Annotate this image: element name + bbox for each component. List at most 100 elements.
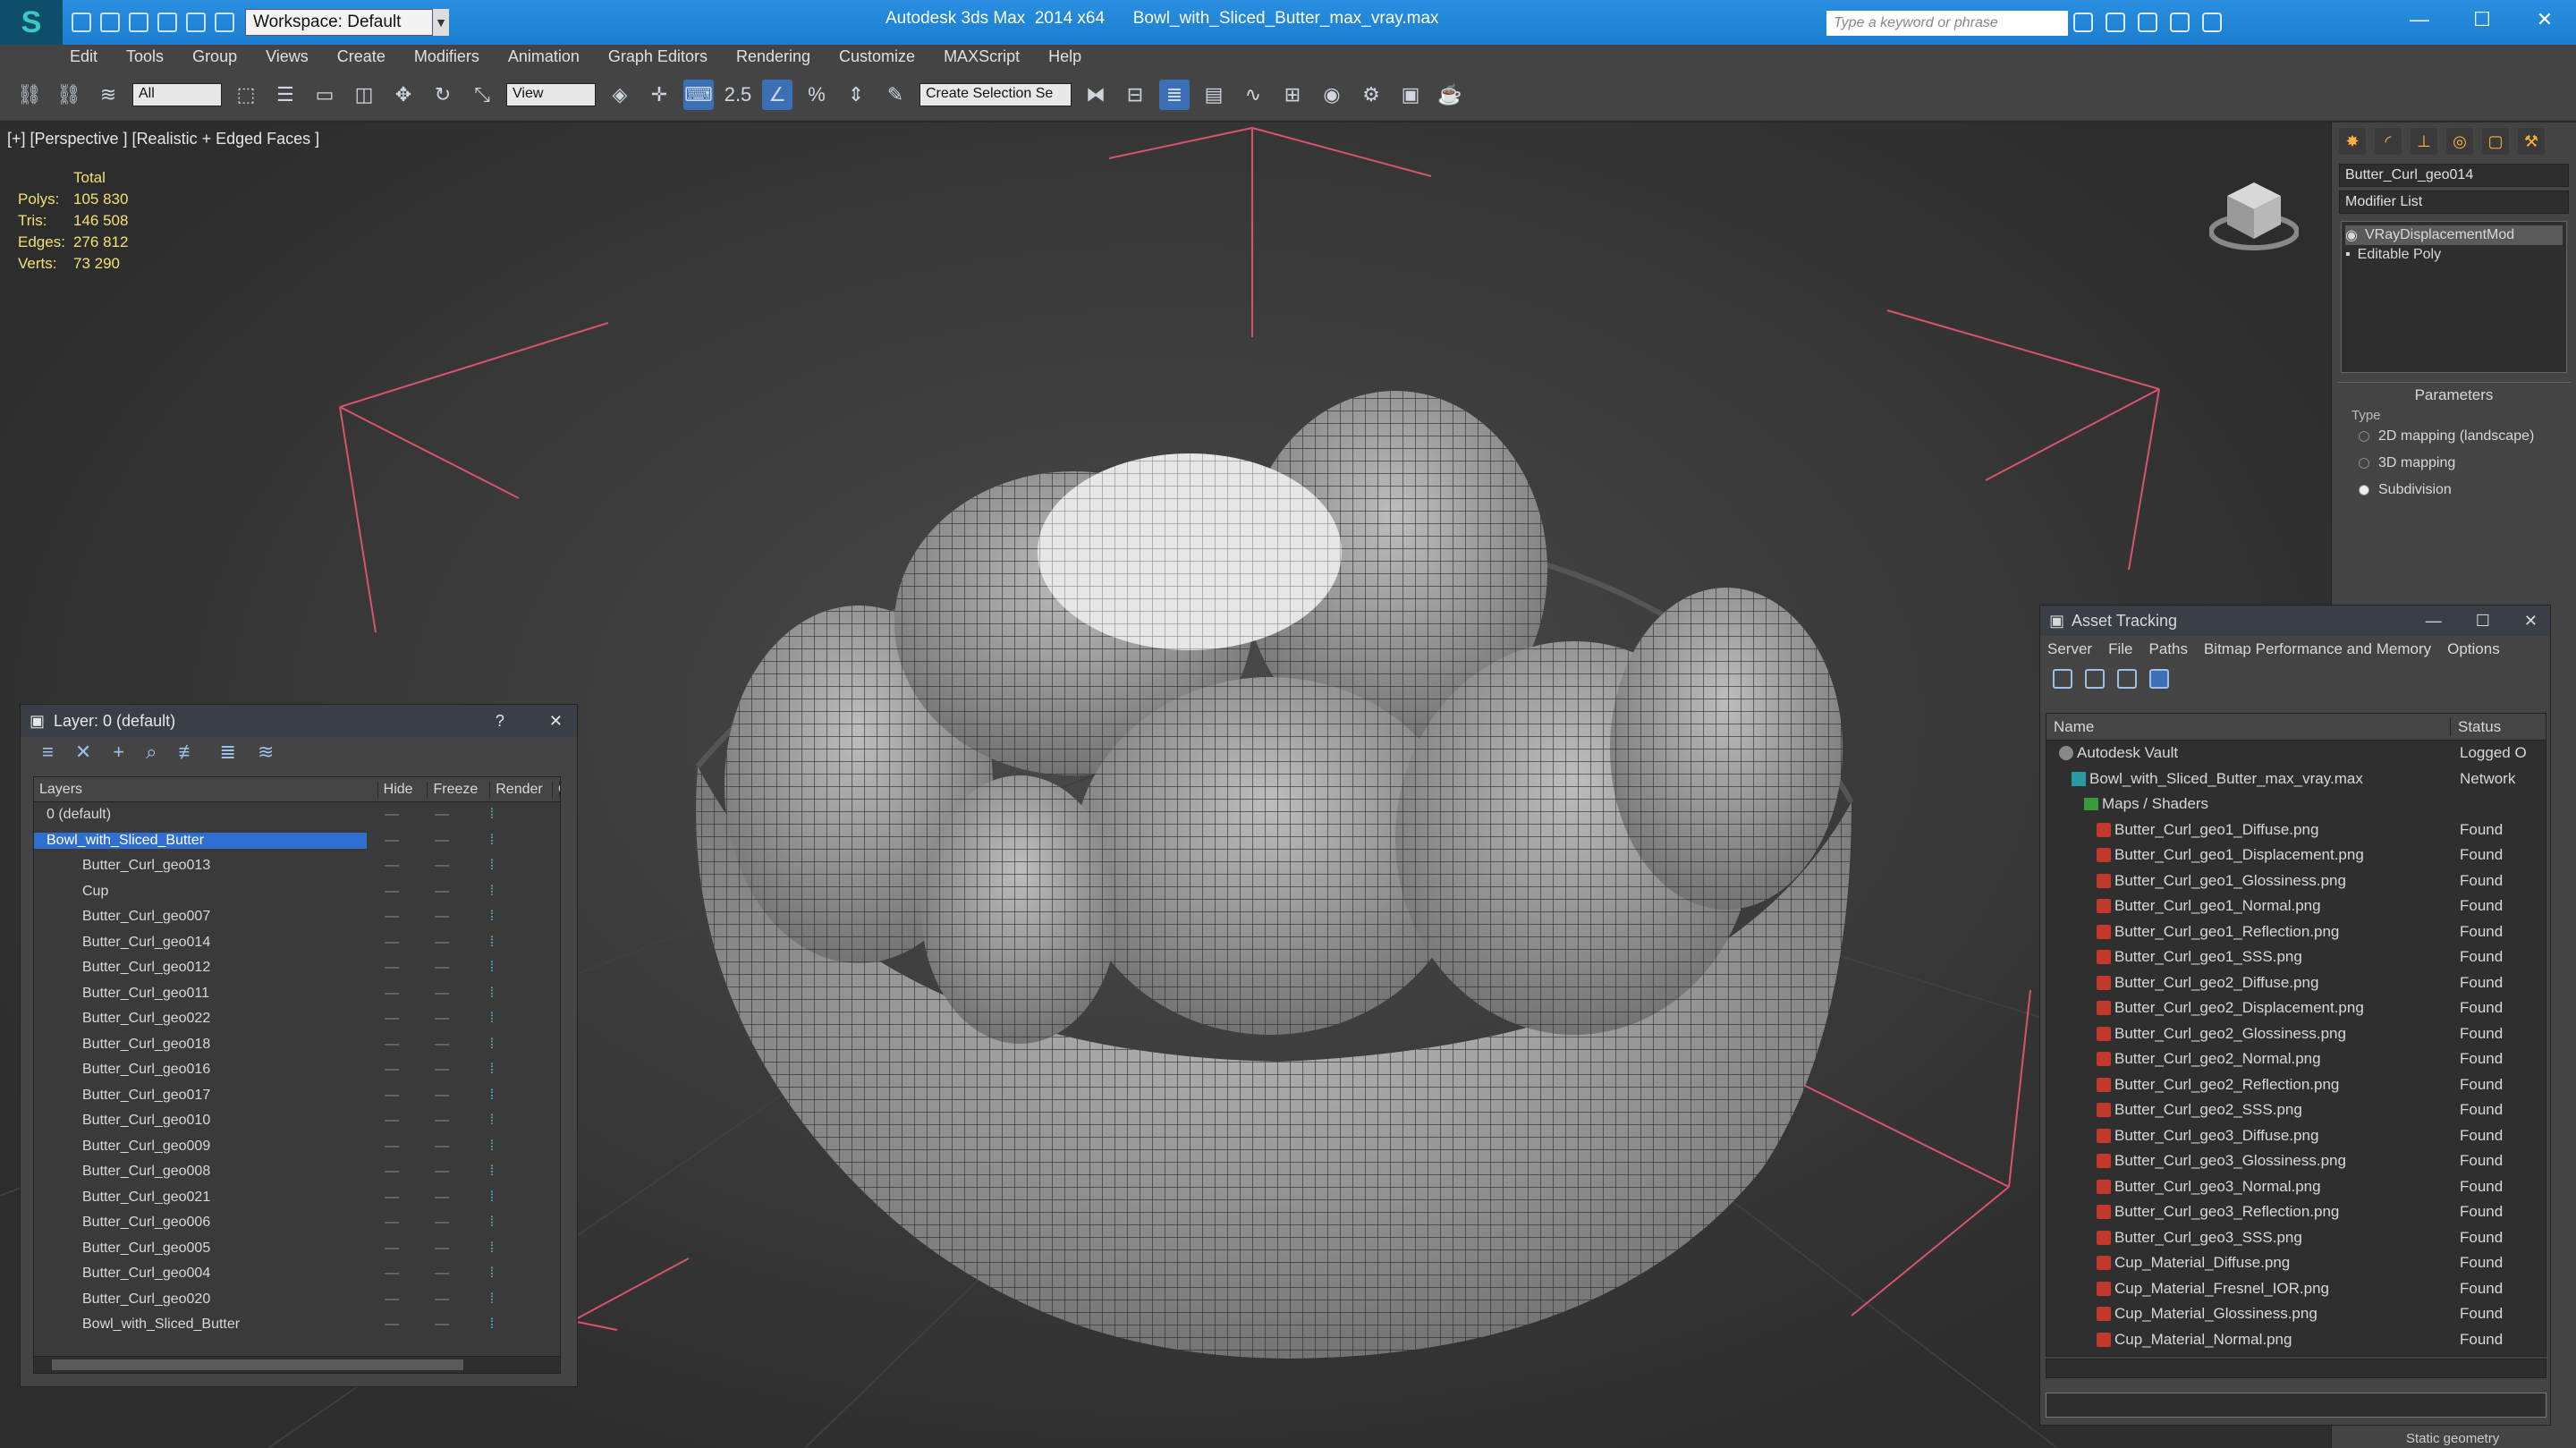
new-layer-icon[interactable]: ≡ — [42, 741, 54, 764]
search-input[interactable]: Type a keyword or phrase — [1826, 11, 2068, 36]
asset-row[interactable]: Butter_Curl_geo2_Reflection.png Found — [2046, 1072, 2546, 1098]
layer-row[interactable]: Butter_Curl_geo014— — ⁞ — [34, 930, 560, 956]
new-file-icon[interactable] — [72, 13, 91, 32]
hide-toggle[interactable]: — — [367, 833, 417, 849]
named-selection-select[interactable]: Create Selection Se — [919, 82, 1072, 106]
list-view-icon[interactable] — [2085, 669, 2105, 689]
asset-row[interactable]: Butter_Curl_geo3_Normal.png Found — [2046, 1174, 2546, 1200]
utilities-tab-icon[interactable]: ⚒ — [2518, 128, 2545, 155]
hide-toggle[interactable]: — — [367, 1164, 417, 1180]
radio-icon[interactable] — [2359, 485, 2369, 495]
layer-row[interactable]: 0 (default) — — ⁞ — [34, 802, 560, 828]
asset-row[interactable]: Butter_Curl_geo2_Normal.png Found — [2046, 1046, 2546, 1072]
render-toggle[interactable]: ⁞ — [467, 1113, 517, 1129]
selection-filter-select[interactable]: All — [132, 82, 222, 106]
col-status[interactable]: Status — [2451, 718, 2501, 736]
hold-icon[interactable] — [215, 13, 234, 32]
asset-row[interactable]: Butter_Curl_geo3_Diffuse.png Found — [2046, 1123, 2546, 1149]
layer-row[interactable]: Butter_Curl_geo016— — ⁞ — [34, 1057, 560, 1083]
freeze-all-icon[interactable]: ≋ — [258, 741, 274, 764]
undo-icon[interactable] — [157, 13, 177, 32]
asset-row[interactable]: Maps / Shaders — [2046, 792, 2546, 817]
freeze-toggle[interactable]: — — [417, 1190, 467, 1206]
col-hide[interactable]: Hide — [378, 781, 428, 798]
bind-space-warp-icon[interactable]: ≋ — [93, 80, 123, 110]
render-teapot-icon[interactable]: ☕ — [1435, 80, 1465, 110]
hide-toggle[interactable]: — — [367, 1291, 417, 1308]
expand-icon[interactable]: ▪ — [2345, 247, 2351, 263]
open-file-icon[interactable] — [100, 13, 120, 32]
delete-layer-icon[interactable]: ✕ — [75, 741, 91, 764]
freeze-toggle[interactable]: — — [417, 1011, 467, 1027]
mirror-icon[interactable]: ⧓ — [1080, 80, 1111, 110]
menu-modifiers[interactable]: Modifiers — [414, 47, 479, 66]
favorites-star-icon[interactable] — [2170, 13, 2190, 32]
freeze-toggle[interactable]: — — [417, 1088, 467, 1104]
hide-toggle[interactable]: — — [367, 1139, 417, 1155]
move-icon[interactable]: ✥ — [388, 80, 419, 110]
render-toggle[interactable]: ⁞ — [467, 986, 517, 1002]
render-toggle[interactable]: ⁞ — [467, 1266, 517, 1282]
menu-rendering[interactable]: Rendering — [736, 47, 810, 66]
snap-toggle-icon[interactable]: 2.5 — [723, 80, 753, 110]
asset-menu-paths[interactable]: Paths — [2148, 640, 2187, 658]
hide-toggle[interactable]: — — [367, 1062, 417, 1078]
table-view-icon[interactable] — [2149, 669, 2169, 689]
schematic-view-icon[interactable]: ⊞ — [1277, 80, 1308, 110]
render-toggle[interactable]: ⁞ — [467, 858, 517, 874]
col-layers[interactable]: Layers — [34, 781, 378, 798]
render-toggle[interactable]: ⁞ — [467, 884, 517, 900]
render-toggle[interactable]: ⁞ — [467, 833, 517, 849]
render-toggle[interactable]: ⁞ — [467, 1241, 517, 1257]
minimize-icon[interactable]: — — [2426, 612, 2442, 631]
render-toggle[interactable]: ⁞ — [467, 1215, 517, 1231]
freeze-toggle[interactable]: — — [417, 807, 467, 823]
asset-row[interactable]: Cup_Material_Fresnel_IOR.png Found — [2046, 1276, 2546, 1302]
freeze-toggle[interactable]: — — [417, 986, 467, 1002]
render-toggle[interactable]: ⁞ — [467, 1011, 517, 1027]
menu-animation[interactable]: Animation — [508, 47, 580, 66]
edit-named-selection-icon[interactable]: ✎ — [880, 80, 911, 110]
col-name[interactable]: Name — [2046, 717, 2451, 736]
layer-row[interactable]: Butter_Curl_geo018— — ⁞ — [34, 1032, 560, 1058]
add-to-layer-icon[interactable]: + — [113, 741, 124, 764]
workspace-select[interactable]: Workspace: Default — [245, 9, 433, 36]
layer-row[interactable]: Butter_Curl_geo010— — ⁞ — [34, 1108, 560, 1134]
render-toggle[interactable]: ⁞ — [467, 1317, 517, 1333]
asset-row[interactable]: Bowl_with_Sliced_Butter_max_vray.max Netw… — [2046, 766, 2546, 792]
hide-toggle[interactable]: — — [367, 960, 417, 976]
asset-row[interactable]: Butter_Curl_geo2_Glossiness.png Found — [2046, 1021, 2546, 1047]
hide-toggle[interactable]: — — [367, 858, 417, 874]
hide-toggle[interactable]: — — [367, 909, 417, 925]
freeze-toggle[interactable]: — — [417, 960, 467, 976]
asset-path-field[interactable] — [2046, 1393, 2546, 1418]
unlink-icon[interactable]: ⛓ — [54, 80, 84, 110]
col-color[interactable]: C — [553, 781, 560, 798]
stack-item[interactable]: ◉ VRayDisplacementMod — [2345, 225, 2563, 245]
asset-row[interactable]: Butter_Curl_geo3_SSS.png Found — [2046, 1225, 2546, 1251]
col-render[interactable]: Render — [490, 781, 553, 798]
hide-toggle[interactable]: — — [367, 1088, 417, 1104]
communication-icon[interactable] — [2138, 13, 2157, 32]
keyboard-shortcut-icon[interactable]: ⌨ — [683, 79, 714, 110]
window-crossing-icon[interactable]: ◫ — [349, 80, 379, 110]
scroll-thumb[interactable] — [52, 1359, 463, 1370]
layer-row[interactable]: Butter_Curl_geo006— — ⁞ — [34, 1210, 560, 1236]
layer-scrollbar[interactable] — [33, 1356, 561, 1374]
highlight-layer-icon[interactable]: ≢ — [178, 741, 198, 764]
modify-tab-icon[interactable]: ◜ — [2375, 128, 2402, 155]
modifier-list-select[interactable]: Modifier List — [2339, 191, 2569, 214]
hide-toggle[interactable]: — — [367, 1215, 417, 1231]
percent-snap-icon[interactable]: % — [801, 80, 832, 110]
material-editor-icon[interactable]: ◉ — [1317, 80, 1347, 110]
asset-menu-bitmap[interactable]: Bitmap Performance and Memory — [2204, 640, 2431, 658]
freeze-toggle[interactable]: — — [417, 1164, 467, 1180]
col-freeze[interactable]: Freeze — [428, 781, 491, 798]
render-setup-icon[interactable]: ⚙ — [1356, 80, 1386, 110]
stack-item[interactable]: ▪ Editable Poly — [2345, 245, 2563, 265]
layer-row[interactable]: Bowl_with_Sliced_Butter — — ⁞ — [34, 828, 560, 854]
render-toggle[interactable]: ⁞ — [467, 1088, 517, 1104]
freeze-toggle[interactable]: — — [417, 1037, 467, 1053]
asset-row[interactable]: Butter_Curl_geo1_Normal.png Found — [2046, 893, 2546, 919]
reference-coord-select[interactable]: View — [506, 82, 596, 106]
